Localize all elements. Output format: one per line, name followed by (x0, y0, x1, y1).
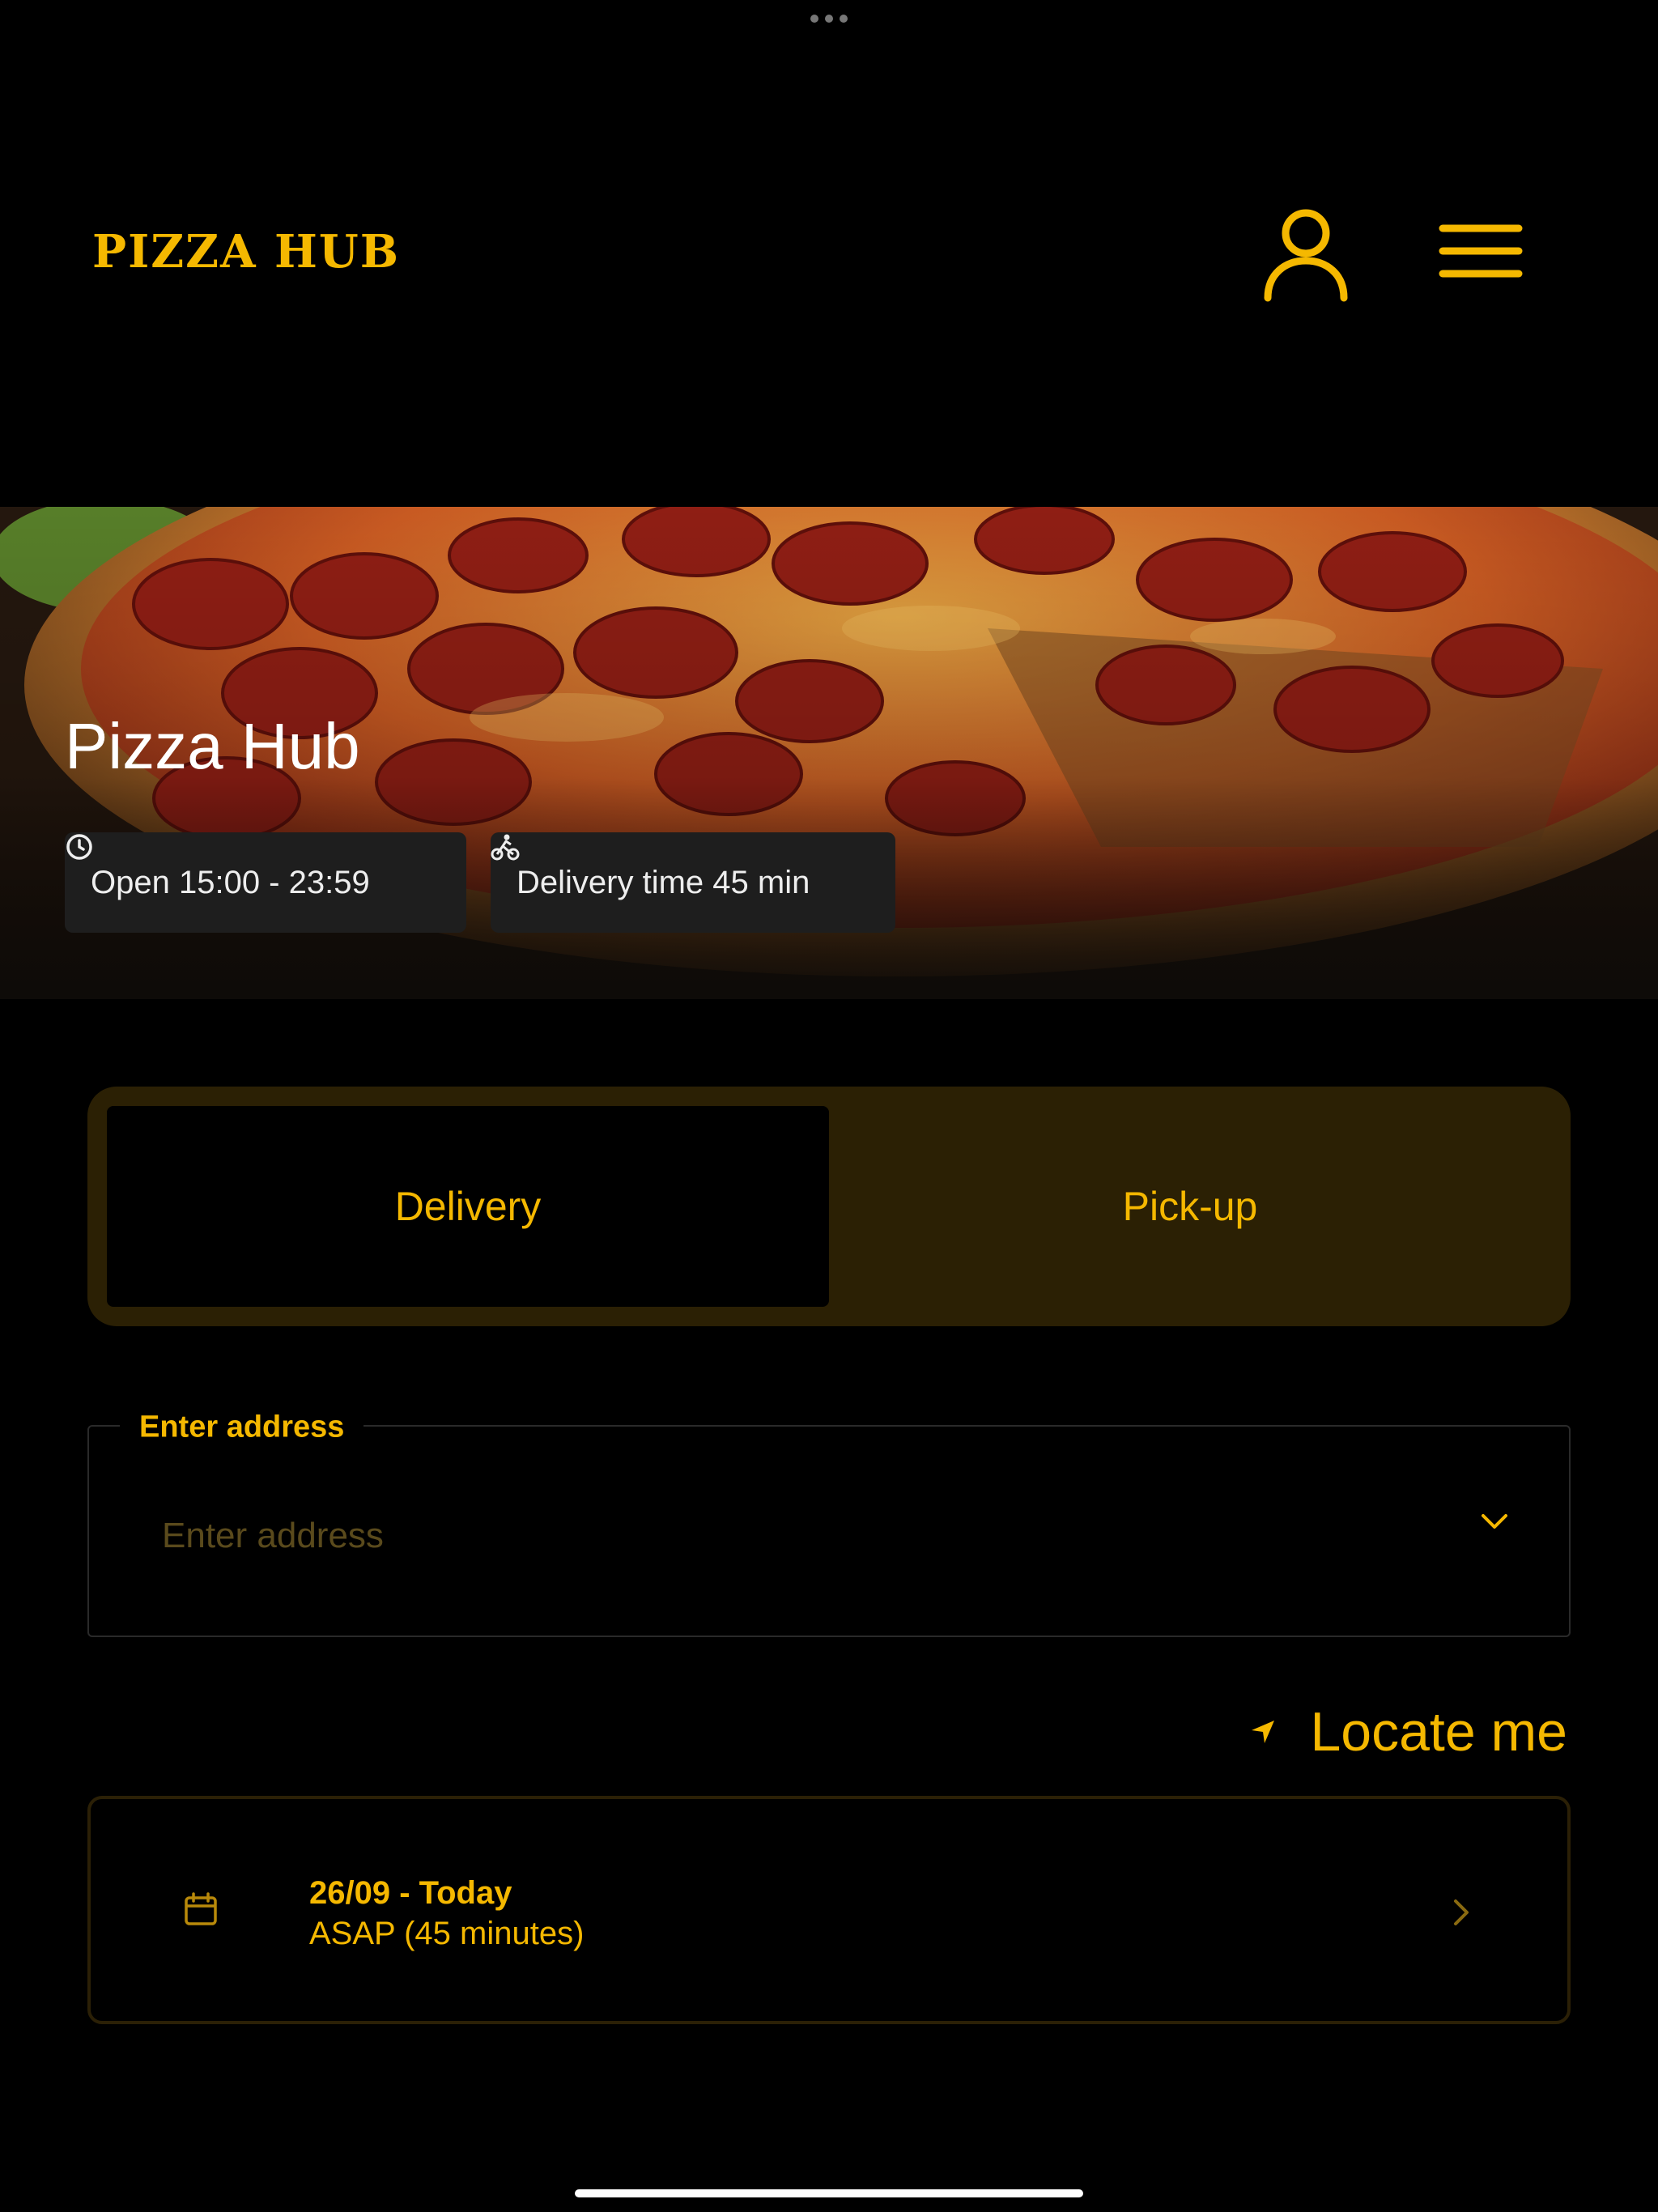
delivery-time-chip: Delivery time 45 min (491, 832, 895, 933)
home-indicator[interactable] (575, 2189, 1083, 2197)
address-field-label: Enter address (120, 1410, 364, 1445)
bicycle-icon (491, 834, 520, 861)
schedule-time: ASAP (45 minutes) (309, 1916, 585, 1951)
chevron-down-icon[interactable] (1478, 1508, 1511, 1537)
schedule-selector[interactable]: 26/09 - Today ASAP (45 minutes) (87, 1796, 1571, 2024)
account-button[interactable] (1261, 206, 1350, 303)
app-logo[interactable]: PIZZA HUB (92, 225, 400, 279)
menu-button[interactable] (1438, 219, 1527, 283)
hamburger-menu-icon (1439, 224, 1523, 278)
tab-delivery[interactable]: Delivery (107, 1106, 829, 1307)
opening-hours-chip: Open 15:00 - 23:59 (65, 832, 466, 933)
clock-icon (66, 834, 92, 860)
schedule-date: 26/09 - Today (309, 1875, 512, 1911)
locate-me-label: Locate me (1310, 1701, 1567, 1763)
multitasking-dots[interactable] (810, 15, 848, 23)
hero-banner: Pizza Hub Open 15:00 - 23:59 Delivery ti… (0, 507, 1658, 999)
location-arrow-icon (1252, 1721, 1275, 1743)
delivery-time-text: Delivery time 45 min (517, 864, 810, 900)
chevron-right-icon (1454, 1899, 1469, 1925)
address-input[interactable] (162, 1508, 1376, 1564)
user-icon (1264, 209, 1348, 302)
restaurant-name: Pizza Hub (65, 710, 360, 782)
app-screen: PIZZA HUB Pizza Hub Open 15:00 - 23:59 D… (0, 0, 1658, 2212)
opening-hours-text: Open 15:00 - 23:59 (91, 864, 370, 900)
tab-pickup[interactable]: Pick-up (829, 1106, 1551, 1307)
order-mode-toggle: Delivery Pick-up (87, 1087, 1571, 1326)
locate-me-button[interactable]: Locate me (1248, 1700, 1567, 1763)
calendar-icon (185, 1892, 217, 1925)
